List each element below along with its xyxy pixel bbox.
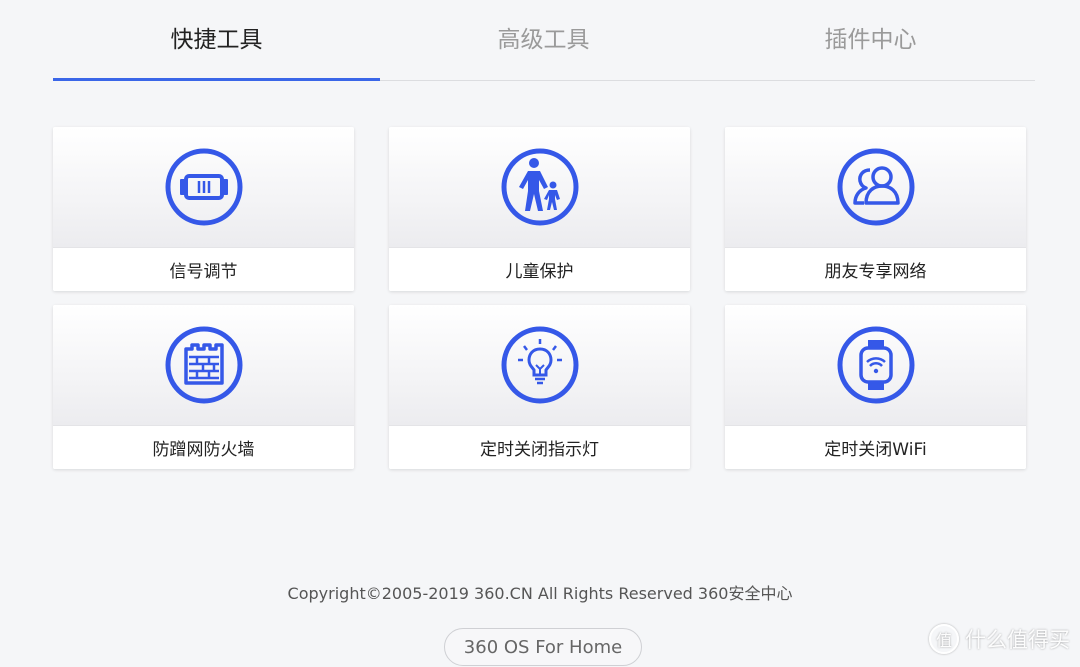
tool-card-label: 信号调节 [53,248,354,291]
tool-card-label: 儿童保护 [389,248,690,291]
tool-card-firewall[interactable]: 防蹭网防火墙 [53,305,354,469]
tool-card-signal-adjust[interactable]: 信号调节 [53,127,354,291]
lightbulb-icon [501,326,578,404]
tool-card-friends-network[interactable]: 朋友专享网络 [725,127,1026,291]
os-badge: 360 OS For Home [444,628,642,666]
firewall-icon [165,326,242,404]
signal-adjust-icon [165,148,242,226]
watermark-text: 什么值得买 [965,628,1070,652]
tab-quick-tools[interactable]: 快捷工具 [53,0,380,81]
wifi-watch-icon [837,326,914,404]
tab-advanced-tools[interactable]: 高级工具 [380,0,707,80]
watermark-logo-icon: 值 [929,624,959,654]
tool-card-label: 朋友专享网络 [725,248,1026,291]
tool-card-label: 防蹭网防火墙 [53,426,354,469]
tab-bar: 快捷工具 高级工具 插件中心 [53,0,1035,81]
watermark: 值 什么值得买 [929,624,1070,654]
tool-card-child-protection[interactable]: 儿童保护 [389,127,690,291]
child-protection-icon [501,148,578,226]
copyright-text: Copyright©2005-2019 360.CN All Rights Re… [287,584,793,603]
tool-card-wifi-timer[interactable]: 定时关闭WiFi [725,305,1026,469]
tool-card-label: 定时关闭WiFi [725,426,1026,469]
friends-network-icon [837,148,914,226]
tool-card-label: 定时关闭指示灯 [389,426,690,469]
tool-card-indicator-light[interactable]: 定时关闭指示灯 [389,305,690,469]
tab-plugin-center[interactable]: 插件中心 [707,0,1034,80]
